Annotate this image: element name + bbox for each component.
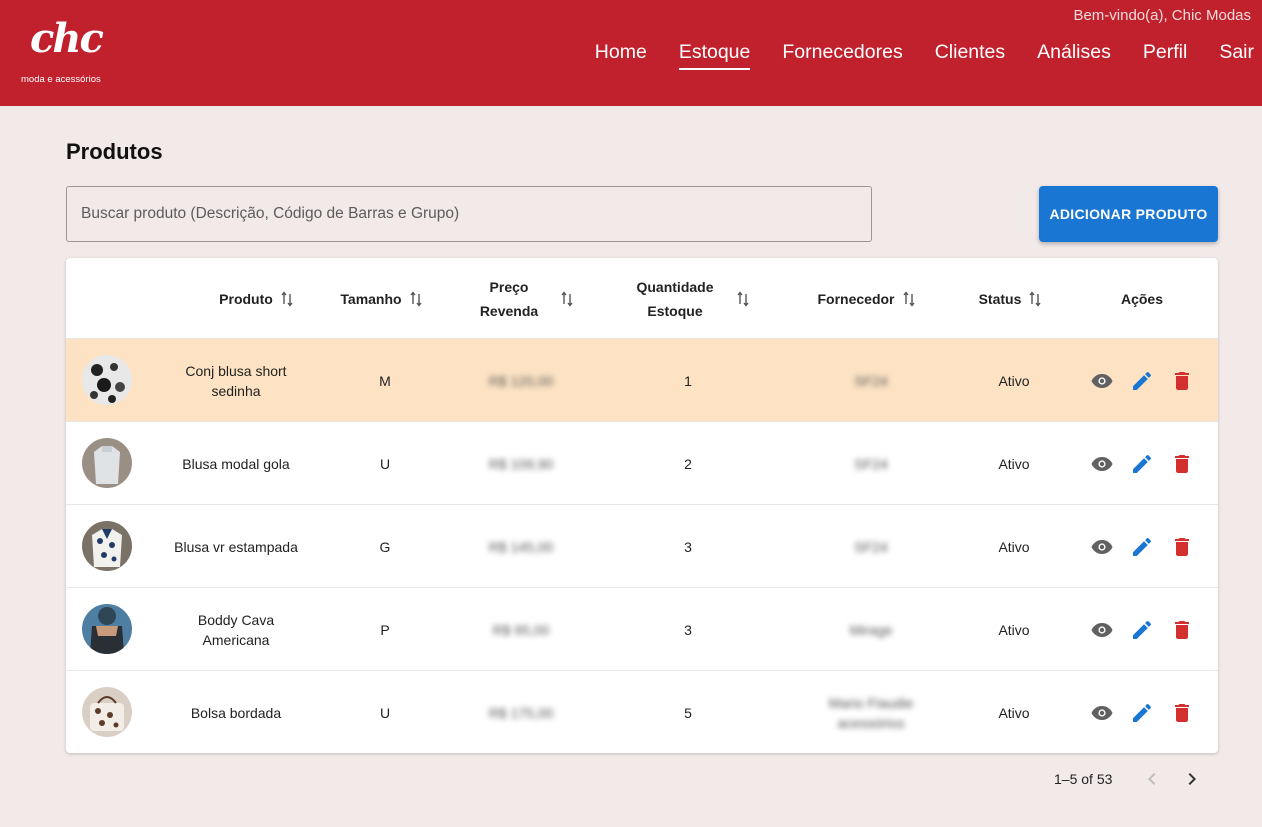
- cell-tamanho: G: [379, 538, 391, 555]
- eye-icon[interactable]: [1090, 701, 1114, 725]
- product-thumbnail: [82, 604, 132, 654]
- logo-mark: chc: [30, 15, 104, 62]
- sort-icon[interactable]: [902, 290, 915, 307]
- edit-pencil-icon[interactable]: [1130, 369, 1154, 393]
- chevron-right-icon[interactable]: [1180, 767, 1204, 791]
- sort-icon[interactable]: [410, 290, 422, 307]
- cell-fornecedor: SF24: [854, 538, 888, 555]
- cell-preco: R$ 120,00: [488, 372, 554, 389]
- edit-pencil-icon[interactable]: [1130, 452, 1154, 476]
- cell-status: Ativo: [998, 621, 1030, 638]
- table-row[interactable]: Boddy Cava Americana P R$ 95,00 3 Mirage…: [66, 588, 1218, 671]
- cell-status: Ativo: [998, 455, 1030, 472]
- cell-fornecedor: Mirage: [849, 621, 893, 638]
- cell-produto: Blusa vr estampada: [174, 538, 298, 555]
- table-header: Produto Tamanho Preço Revenda Quantidade…: [66, 258, 1218, 339]
- sort-icon[interactable]: [1029, 290, 1041, 307]
- column-header-produto[interactable]: Produto: [176, 258, 336, 339]
- cell-produto: Bolsa bordada: [190, 704, 282, 721]
- cell-preco: R$ 95,00: [492, 621, 550, 638]
- cell-fornecedor: Mario Fiaudie acessórios: [828, 694, 914, 731]
- sort-icon[interactable]: [737, 290, 749, 307]
- add-product-button[interactable]: ADICIONAR PRODUTO: [1039, 186, 1218, 242]
- cell-tamanho: P: [380, 621, 390, 638]
- edit-pencil-icon[interactable]: [1130, 701, 1154, 725]
- main-nav: Home Estoque Fornecedores Clientes Análi…: [563, 40, 1254, 70]
- cell-quantidade: 5: [684, 704, 692, 721]
- cell-preco: R$ 175,00: [488, 704, 554, 721]
- cell-preco: R$ 109,90: [488, 455, 554, 472]
- cell-quantidade: 3: [684, 621, 692, 638]
- app-header: chc moda e acessórios Bem-vindo(a), Chic…: [0, 0, 1262, 106]
- brand-logo[interactable]: chc moda e acessórios: [20, 14, 112, 90]
- cell-status: Ativo: [998, 372, 1030, 389]
- table-row[interactable]: Bolsa bordada U R$ 175,00 5 Mario Fiaudi…: [66, 671, 1218, 753]
- cell-preco: R$ 145,00: [488, 538, 554, 555]
- delete-trash-icon[interactable]: [1170, 535, 1194, 559]
- table-row[interactable]: Blusa vr estampada G R$ 145,00 3 SF24 At…: [66, 505, 1218, 588]
- row-actions: [1090, 671, 1210, 753]
- cell-produto: Conj blusa short sedinha: [185, 362, 287, 399]
- row-actions: [1090, 588, 1210, 671]
- delete-trash-icon[interactable]: [1170, 369, 1194, 393]
- sort-icon[interactable]: [561, 290, 573, 307]
- pagination-label: 1–5 of 53: [1054, 771, 1113, 787]
- logo-subtitle: moda e acessórios: [21, 74, 101, 85]
- edit-pencil-icon[interactable]: [1130, 618, 1154, 642]
- cell-produto: Blusa modal gola: [182, 455, 290, 472]
- sort-icon[interactable]: [281, 290, 293, 307]
- table-row[interactable]: Conj blusa short sedinha M R$ 120,00 1 S…: [66, 339, 1218, 422]
- product-thumbnail: [82, 355, 132, 405]
- eye-icon[interactable]: [1090, 535, 1114, 559]
- products-table: Produto Tamanho Preço Revenda Quantidade…: [66, 258, 1218, 753]
- nav-fornecedores[interactable]: Fornecedores: [782, 40, 902, 70]
- search-input[interactable]: [66, 186, 872, 242]
- nav-clientes[interactable]: Clientes: [935, 40, 1005, 70]
- column-header-status[interactable]: Status: [960, 258, 1060, 339]
- nav-home[interactable]: Home: [595, 40, 647, 70]
- product-thumbnail: [82, 687, 132, 737]
- welcome-message: Bem-vindo(a), Chic Modas: [1073, 7, 1251, 24]
- cell-fornecedor: SF24: [854, 455, 888, 472]
- cell-status: Ativo: [998, 538, 1030, 555]
- nav-analises[interactable]: Análises: [1037, 40, 1111, 70]
- cell-tamanho: U: [379, 455, 391, 472]
- edit-pencil-icon[interactable]: [1130, 535, 1154, 559]
- delete-trash-icon[interactable]: [1170, 452, 1194, 476]
- nav-perfil[interactable]: Perfil: [1143, 40, 1187, 70]
- delete-trash-icon[interactable]: [1170, 701, 1194, 725]
- pagination: 1–5 of 53: [1040, 764, 1204, 794]
- cell-quantidade: 3: [684, 538, 692, 555]
- cell-produto: Boddy Cava Americana: [197, 611, 275, 648]
- eye-icon[interactable]: [1090, 618, 1114, 642]
- cell-quantidade: 2: [684, 455, 692, 472]
- cell-quantidade: 1: [684, 372, 692, 389]
- chevron-left-icon[interactable]: [1140, 767, 1164, 791]
- table-row[interactable]: Blusa modal gola U R$ 109,90 2 SF24 Ativ…: [66, 422, 1218, 505]
- column-header-fornecedor[interactable]: Fornecedor: [806, 258, 926, 339]
- row-actions: [1090, 505, 1210, 588]
- eye-icon[interactable]: [1090, 369, 1114, 393]
- cell-fornecedor: SF24: [854, 372, 888, 389]
- column-header-acoes: Ações: [1120, 290, 1164, 307]
- cell-tamanho: M: [379, 372, 391, 389]
- cell-status: Ativo: [998, 704, 1030, 721]
- column-header-tamanho[interactable]: Tamanho: [326, 258, 436, 339]
- column-header-preco[interactable]: Preço Revenda: [466, 258, 586, 339]
- product-thumbnail: [82, 521, 132, 571]
- row-actions: [1090, 422, 1210, 505]
- cell-tamanho: U: [379, 704, 391, 721]
- nav-estoque[interactable]: Estoque: [678, 40, 751, 70]
- column-header-quantidade[interactable]: Quantidade Estoque: [622, 258, 762, 339]
- delete-trash-icon[interactable]: [1170, 618, 1194, 642]
- page-title: Produtos: [66, 139, 163, 164]
- eye-icon[interactable]: [1090, 452, 1114, 476]
- nav-sair[interactable]: Sair: [1219, 40, 1254, 70]
- row-actions: [1090, 339, 1210, 422]
- product-thumbnail: [82, 438, 132, 488]
